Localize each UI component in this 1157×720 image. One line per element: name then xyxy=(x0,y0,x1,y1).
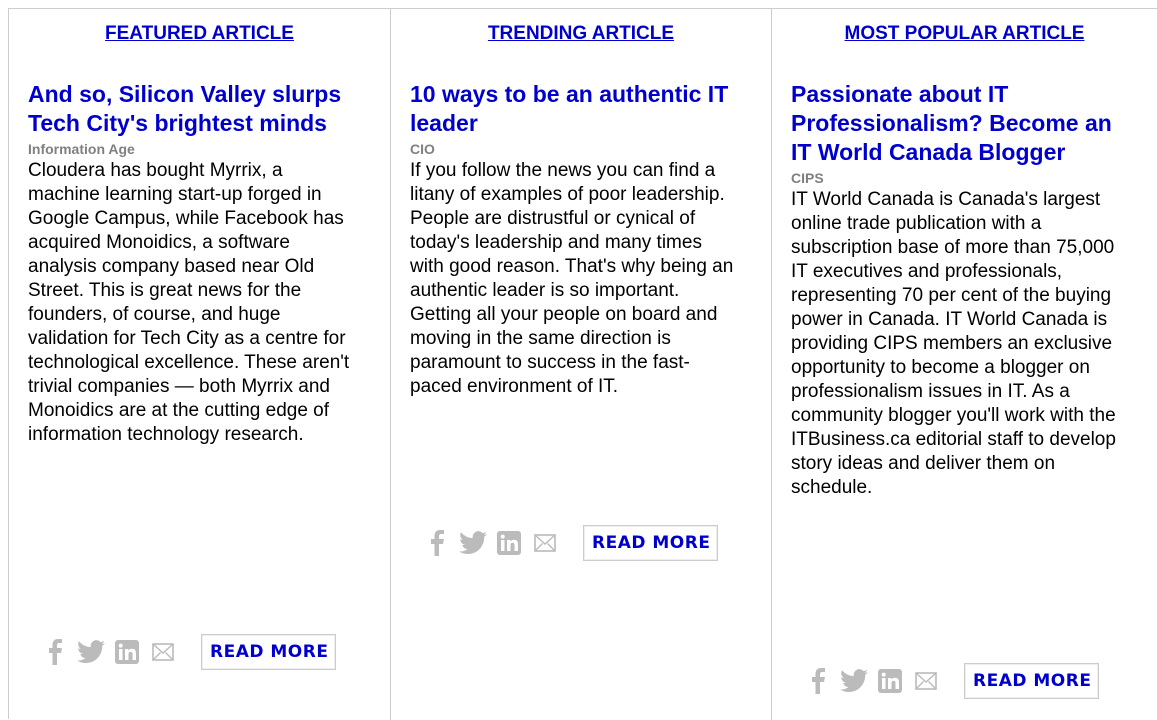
twitter-icon[interactable] xyxy=(77,638,105,666)
share-row: READ MORE xyxy=(804,663,1100,699)
most-popular-article-column: MOST POPULAR ARTICLE Passionate about IT… xyxy=(771,9,1157,720)
most-popular-article-header[interactable]: MOST POPULAR ARTICLE xyxy=(772,23,1157,47)
article-source: CIO xyxy=(410,141,435,157)
read-more-button[interactable]: READ MORE xyxy=(201,634,337,670)
read-more-button[interactable]: READ MORE xyxy=(583,525,719,561)
twitter-icon[interactable] xyxy=(840,667,868,695)
facebook-icon[interactable] xyxy=(804,667,832,695)
share-row: READ MORE xyxy=(41,634,337,670)
article-summary: If you follow the news you can find a li… xyxy=(410,160,734,397)
read-more-button[interactable]: READ MORE xyxy=(964,663,1100,699)
facebook-icon[interactable] xyxy=(41,638,69,666)
email-icon[interactable] xyxy=(531,529,559,557)
facebook-icon[interactable] xyxy=(423,529,451,557)
article-summary: Cloudera has bought Myrrix, a machine le… xyxy=(28,160,350,445)
featured-article-column: FEATURED ARTICLE And so, Silicon Valley … xyxy=(9,9,390,720)
share-row: READ MORE xyxy=(423,525,719,561)
trending-article-header[interactable]: TRENDING ARTICLE xyxy=(391,23,771,47)
article-summary: IT World Canada is Canada's largest onli… xyxy=(791,189,1116,498)
articles-table: FEATURED ARTICLE And so, Silicon Valley … xyxy=(8,8,1157,720)
featured-article-header[interactable]: FEATURED ARTICLE xyxy=(9,23,390,47)
article-title[interactable]: Passionate about IT Professionalism? Bec… xyxy=(791,80,1121,167)
article-source: Information Age xyxy=(28,141,135,157)
linkedin-icon[interactable] xyxy=(113,638,141,666)
twitter-icon[interactable] xyxy=(459,529,487,557)
article-source: CIPS xyxy=(791,170,824,186)
email-icon[interactable] xyxy=(149,638,177,666)
article-title[interactable]: 10 ways to be an authentic IT leader xyxy=(410,80,740,138)
article-title[interactable]: And so, Silicon Valley slurps Tech City'… xyxy=(28,80,358,138)
trending-article-column: TRENDING ARTICLE 10 ways to be an authen… xyxy=(390,9,771,720)
email-icon[interactable] xyxy=(912,667,940,695)
linkedin-icon[interactable] xyxy=(495,529,523,557)
linkedin-icon[interactable] xyxy=(876,667,904,695)
